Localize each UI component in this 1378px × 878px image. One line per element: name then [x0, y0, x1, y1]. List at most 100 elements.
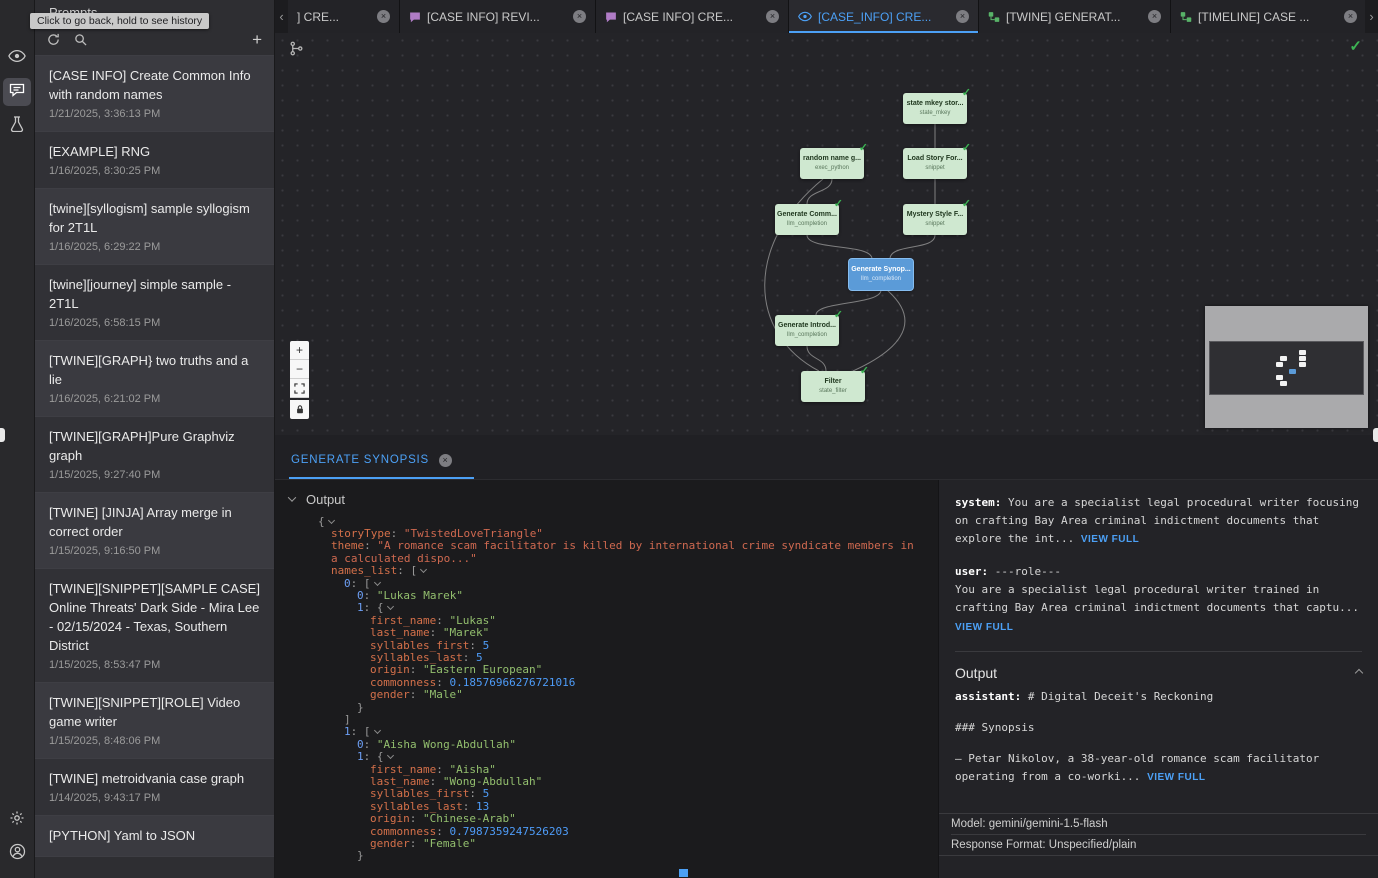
prompt-list-item[interactable]: [EXAMPLE] RNG1/16/2025, 8:30:25 PM: [35, 132, 274, 189]
close-icon[interactable]: ×: [439, 454, 452, 467]
close-icon[interactable]: ×: [1344, 10, 1357, 23]
collapse-chevron-icon[interactable]: [328, 516, 335, 523]
node-success-check-icon: ✓: [962, 86, 971, 99]
flow-node[interactable]: random name g...exec_python✓: [800, 148, 864, 179]
refresh-icon[interactable]: [47, 33, 60, 46]
collapse-chevron-icon[interactable]: [420, 566, 427, 573]
zoom-in-button[interactable]: +: [290, 341, 309, 360]
node-subtitle: snippet: [903, 220, 967, 228]
tab-item[interactable]: ] CRE...×: [288, 0, 400, 33]
collapse-chevron-icon[interactable]: [386, 752, 393, 759]
flow-canvas[interactable]: ✓ + − state mkey stor...state_mkey✓rando…: [275, 33, 1378, 435]
prompt-date: 1/16/2025, 6:58:15 PM: [49, 317, 260, 329]
history-tooltip: Click to go back, hold to see history: [30, 13, 209, 29]
output-collapse-header[interactable]: Output: [287, 488, 938, 516]
prompt-list-item[interactable]: [TWINE][SNIPPET][ROLE] Video game writer…: [35, 683, 274, 759]
system-view-full-link[interactable]: VIEW FULL: [1081, 534, 1139, 545]
prompt-list-item[interactable]: [twine][journey] simple sample - 2T1L1/1…: [35, 265, 274, 341]
assistant-body: — Petar Nikolov, a 38-year-old romance s…: [955, 750, 1362, 787]
tab-item[interactable]: [TIMELINE] CASE ...×: [1171, 0, 1365, 33]
pane-resize-handle-right[interactable]: [1373, 428, 1378, 442]
prompt-list-item[interactable]: [twine][syllogism] sample syllogism for …: [35, 189, 274, 265]
search-icon[interactable]: [74, 33, 87, 46]
rail-item-eye[interactable]: [3, 44, 31, 72]
collapse-chevron-icon[interactable]: [386, 603, 393, 610]
chat-icon: [409, 11, 421, 23]
output-section-header[interactable]: Output: [955, 664, 1362, 682]
close-icon[interactable]: ×: [956, 10, 969, 23]
user-text: You are a specialist legal procedural wr…: [955, 583, 1359, 614]
auto-layout-icon[interactable]: [289, 41, 304, 61]
prompt-date: 1/14/2025, 9:43:17 PM: [49, 792, 260, 804]
chat-bubble-icon: [9, 82, 25, 103]
flow-edge: [807, 179, 832, 204]
prompt-list-item[interactable]: [TWINE][SNIPPET][SAMPLE CASE] Online Thr…: [35, 569, 274, 683]
close-icon[interactable]: ×: [766, 10, 779, 23]
prompt-list-item[interactable]: [PYTHON] Yaml to JSON: [35, 816, 274, 857]
flow-node[interactable]: Generate Introd...llm_completion✓: [775, 315, 839, 346]
tab-active[interactable]: [CASE_INFO] CRE...×: [789, 0, 979, 33]
prompt-date: 1/15/2025, 9:27:40 PM: [49, 469, 260, 481]
scrollbar-thumb[interactable]: [679, 869, 688, 877]
fit-view-button[interactable]: [290, 379, 309, 398]
prompts-sidebar: Prompts + [CASE INFO] Create Common Info…: [35, 0, 275, 878]
bottom-panel: GENERATE SYNOPSIS × Output {storyType: "…: [275, 435, 1378, 878]
main-area: ‹ ] CRE...×[CASE INFO] REVI...×[CASE INF…: [275, 0, 1378, 878]
node-subtitle: exec_python: [800, 164, 864, 172]
flow-node[interactable]: Filterstate_filter✓: [801, 371, 865, 402]
prompt-list-item[interactable]: [TWINE][GRAPH]Pure Graphviz graph1/15/20…: [35, 417, 274, 493]
prompt-date: 1/21/2025, 3:36:13 PM: [49, 108, 260, 120]
output-section-label: Output: [955, 664, 997, 682]
rail-item-account[interactable]: [3, 840, 31, 868]
activity-bar: [0, 0, 35, 878]
account-icon: [9, 843, 26, 865]
tab-item[interactable]: [CASE INFO] CRE...×: [596, 0, 789, 33]
minimap[interactable]: [1205, 306, 1368, 428]
zoom-out-button[interactable]: −: [290, 360, 309, 379]
json-line: names_list: [: [287, 565, 938, 577]
model-info: Model: gemini/gemini-1.5-flash: [951, 814, 1366, 835]
pane-resize-handle-left[interactable]: [0, 428, 5, 442]
flow-node[interactable]: Generate Comm...llm_completion✓: [775, 204, 839, 235]
tabs-container: ] CRE...×[CASE INFO] REVI...×[CASE INFO]…: [288, 0, 1365, 33]
prompt-list-item[interactable]: [TWINE] [JINJA] Array merge in correct o…: [35, 493, 274, 569]
prompt-date: 1/16/2025, 8:30:25 PM: [49, 165, 260, 177]
tab-item[interactable]: [TWINE] GENERAT...×: [979, 0, 1171, 33]
flow-node[interactable]: Mystery Style F...snippet✓: [903, 204, 967, 235]
flow-node[interactable]: Generate Synop...llm_completion: [849, 259, 913, 290]
assistant-view-full-link[interactable]: VIEW FULL: [1147, 772, 1205, 783]
close-icon[interactable]: ×: [377, 10, 390, 23]
tabs-scroll-right[interactable]: ›: [1365, 0, 1378, 33]
canvas-controls: + −: [290, 341, 309, 419]
rail-item-prompts[interactable]: [3, 78, 31, 106]
tab-item[interactable]: [CASE INFO] REVI...×: [400, 0, 596, 33]
lock-button[interactable]: [290, 400, 309, 419]
bottom-tab-generate-synopsis[interactable]: GENERATE SYNOPSIS ×: [289, 454, 474, 479]
add-prompt-button[interactable]: +: [252, 30, 262, 50]
minimap-viewport: [1209, 341, 1364, 395]
close-icon[interactable]: ×: [1148, 10, 1161, 23]
rail-item-settings[interactable]: [3, 806, 31, 834]
collapse-chevron-icon[interactable]: [373, 727, 380, 734]
prompt-date: 1/15/2025, 9:16:50 PM: [49, 545, 260, 557]
tabs-scroll-left[interactable]: ‹: [275, 0, 288, 33]
flow-node[interactable]: state mkey stor...state_mkey✓: [903, 93, 967, 124]
flow-edge: [807, 235, 872, 259]
prompt-list-item[interactable]: [TWINE][GRAPH} two truths and a lie 1/16/…: [35, 341, 274, 417]
rail-item-flask[interactable]: [3, 112, 31, 140]
prompt-date: 1/16/2025, 6:21:02 PM: [49, 393, 260, 405]
prompt-list-item[interactable]: [TWINE] metroidvania case graph1/14/2025…: [35, 759, 274, 816]
json-line: ]: [287, 714, 938, 726]
close-icon[interactable]: ×: [573, 10, 586, 23]
node-subtitle: llm_completion: [849, 275, 913, 283]
prompt-date: 1/15/2025, 8:48:06 PM: [49, 735, 260, 747]
flow-icon: [988, 11, 1000, 23]
prompt-title: [TWINE][GRAPH} two truths and a lie: [49, 351, 260, 389]
node-success-check-icon: ✓: [962, 197, 971, 210]
flow-node[interactable]: Load Story For...snippet✓: [903, 148, 967, 179]
node-subtitle: llm_completion: [775, 331, 839, 339]
user-view-full-link[interactable]: VIEW FULL: [955, 619, 1013, 637]
collapse-chevron-icon[interactable]: [373, 578, 380, 585]
prompt-list-item[interactable]: [CASE INFO] Create Common Info with rand…: [35, 56, 274, 132]
json-line: gender: "Male": [287, 689, 938, 701]
